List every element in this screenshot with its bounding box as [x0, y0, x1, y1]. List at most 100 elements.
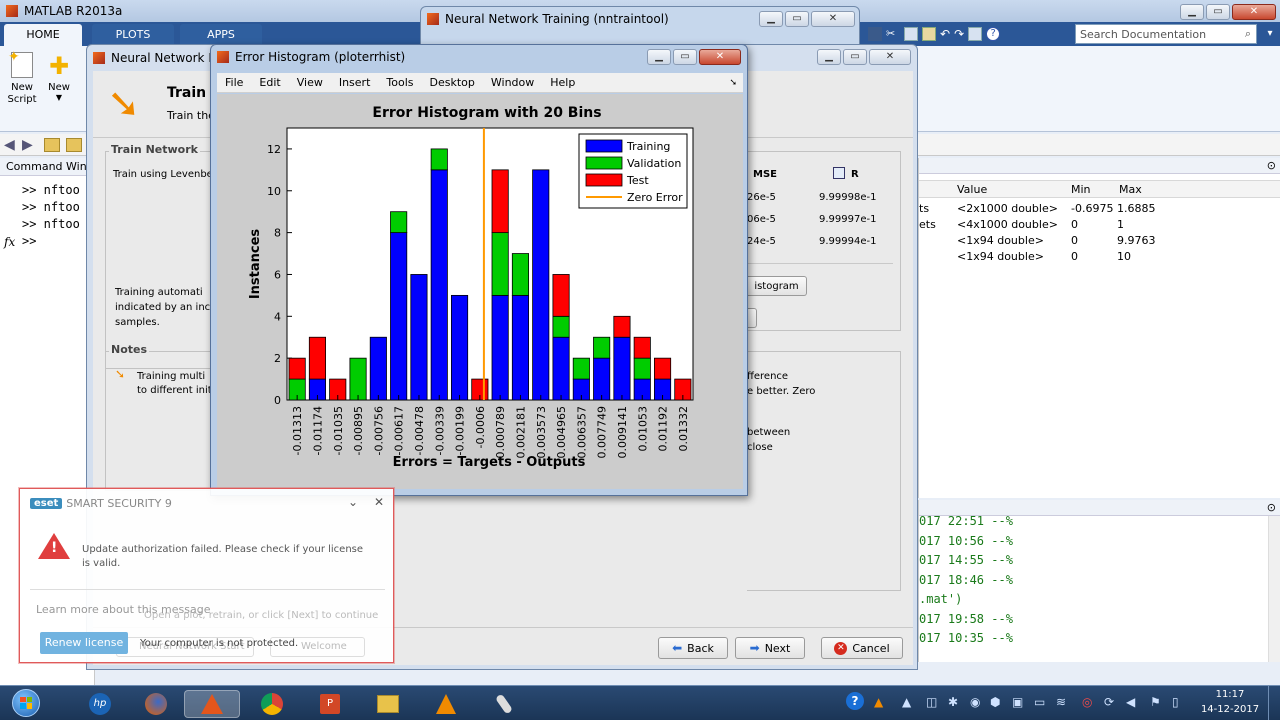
- history-line[interactable]: 017 10:35 --%: [919, 631, 1013, 645]
- back-button[interactable]: ⬅ Back: [658, 637, 728, 659]
- save-icon[interactable]: [868, 27, 882, 41]
- cut-icon[interactable]: ✂: [886, 27, 900, 41]
- renew-license-button[interactable]: Renew license: [40, 632, 128, 654]
- taskbar-vlc-icon[interactable]: [418, 690, 474, 718]
- history-line[interactable]: 017 18:46 --%: [919, 573, 1013, 587]
- taskbar-microphone-icon[interactable]: [476, 690, 532, 718]
- taskbar-clock[interactable]: 11:17 14-12-2017: [1196, 687, 1264, 719]
- chevron-down-icon[interactable]: ⌄: [348, 495, 358, 509]
- workspace-collapse-icon[interactable]: ⊙: [1267, 159, 1276, 172]
- close-icon[interactable]: ✕: [374, 495, 384, 509]
- tray-wifi-icon[interactable]: ≋: [1056, 695, 1066, 709]
- y-tick-label: 6: [274, 268, 281, 281]
- menu-insert[interactable]: Insert: [331, 76, 379, 89]
- menu-file[interactable]: File: [217, 76, 251, 89]
- nntraintool-minimize-button[interactable]: ▁: [759, 11, 783, 27]
- menu-tools[interactable]: Tools: [378, 76, 421, 89]
- bar-training: [593, 357, 611, 401]
- nntraintool-title: Neural Network Training (nntraintool): [445, 12, 669, 26]
- tray-power-icon[interactable]: ▯: [1172, 695, 1179, 709]
- errhist-maximize-button[interactable]: ▭: [673, 49, 697, 65]
- eset-learn-more-link[interactable]: Learn more about this message: [36, 603, 210, 616]
- errhist-close-button[interactable]: ✕: [699, 49, 741, 65]
- history-line[interactable]: 017 14:55 --%: [919, 553, 1013, 567]
- tray-eset-icon[interactable]: ◉: [970, 695, 980, 709]
- tray-speaker-icon[interactable]: ◀: [1126, 695, 1135, 709]
- x-tick-label: -0.00199: [454, 406, 467, 455]
- history-line[interactable]: .mat'): [919, 592, 962, 606]
- redo-icon[interactable]: ↷: [954, 27, 964, 41]
- table-row[interactable]: ts <2x1000 double> -0.6975 1.6885: [919, 202, 1280, 218]
- tray-monitor-icon[interactable]: ▣: [1012, 695, 1023, 709]
- taskbar-chrome-icon[interactable]: [244, 690, 300, 718]
- taskbar-hp-icon[interactable]: hp: [72, 690, 128, 718]
- dock-arrow-icon[interactable]: ➘: [729, 78, 743, 88]
- nnfit-maximize-button[interactable]: ▭: [843, 49, 867, 65]
- new-button[interactable]: ✚ New ▼: [44, 52, 74, 114]
- next-button[interactable]: ➡ Next: [735, 637, 805, 659]
- col-value[interactable]: Value: [957, 183, 987, 196]
- new-plus-icon: ✚: [48, 52, 70, 80]
- tray-network-icon[interactable]: ◫: [926, 695, 937, 709]
- col-max[interactable]: Max: [1119, 183, 1142, 196]
- ribbon-expand-icon[interactable]: ▾: [1262, 24, 1278, 44]
- taskbar-explorer-icon[interactable]: [360, 690, 416, 718]
- tray-sync-icon[interactable]: ⟳: [1104, 695, 1114, 709]
- copy-icon[interactable]: [904, 27, 918, 41]
- undo-icon[interactable]: ↶: [940, 27, 950, 41]
- menu-view[interactable]: View: [289, 76, 331, 89]
- tray-show-hidden-icon[interactable]: ▲: [902, 695, 911, 709]
- nnfit-close-button[interactable]: ✕: [869, 49, 911, 65]
- tray-shield-icon[interactable]: ⬢: [990, 695, 1000, 709]
- new-script-button[interactable]: ✦ New Script: [4, 49, 40, 114]
- nntraintool-close-button[interactable]: ✕: [811, 11, 855, 27]
- plot-error-histogram-button[interactable]: istogram: [747, 276, 807, 296]
- matlab-minimize-button[interactable]: ▁: [1180, 4, 1204, 20]
- start-button[interactable]: [6, 686, 46, 719]
- taskbar-office-icon[interactable]: P: [302, 690, 358, 718]
- history-line[interactable]: 017 22:51 --%: [919, 514, 1013, 528]
- x-tick-label: 0.000789: [494, 406, 507, 459]
- menu-help[interactable]: Help: [542, 76, 583, 89]
- help-icon[interactable]: ?: [986, 27, 1001, 41]
- show-desktop-button[interactable]: [1268, 686, 1280, 720]
- tray-battery-icon[interactable]: ▭: [1034, 695, 1045, 709]
- history-collapse-icon[interactable]: ⊙: [1267, 501, 1276, 514]
- taskbar-matlab-icon[interactable]: [184, 690, 240, 718]
- tray-antivirus-icon[interactable]: ◎: [1082, 695, 1092, 709]
- tab-home[interactable]: HOME: [4, 24, 82, 46]
- history-line[interactable]: 017 10:56 --%: [919, 534, 1013, 548]
- table-row[interactable]: <1x94 double> 0 10: [919, 250, 1280, 266]
- nnfit-minimize-button[interactable]: ▁: [817, 49, 841, 65]
- function-browser-icon[interactable]: fx: [0, 235, 18, 249]
- menu-edit[interactable]: Edit: [251, 76, 288, 89]
- tray-bluetooth-icon[interactable]: ✱: [948, 695, 958, 709]
- switch-windows-icon[interactable]: [968, 27, 983, 41]
- menu-window[interactable]: Window: [483, 76, 542, 89]
- menu-desktop[interactable]: Desktop: [422, 76, 483, 89]
- back-arrow-icon[interactable]: ◀: [4, 137, 15, 153]
- search-documentation-input[interactable]: Search Documentation ⌕: [1075, 24, 1257, 44]
- bar-test: [613, 315, 631, 338]
- plot-regression-button[interactable]: [747, 308, 757, 328]
- errhist-minimize-button[interactable]: ▁: [647, 49, 671, 65]
- tray-help-icon[interactable]: ?: [846, 692, 864, 710]
- matlab-close-button[interactable]: ✕: [1232, 4, 1276, 20]
- tab-apps[interactable]: APPS: [180, 24, 262, 46]
- paste-icon[interactable]: [922, 27, 936, 41]
- history-scrollbar[interactable]: [1268, 516, 1280, 662]
- matlab-maximize-button[interactable]: ▭: [1206, 4, 1230, 20]
- table-row[interactable]: <1x94 double> 0 9.9763: [919, 234, 1280, 250]
- table-row[interactable]: ets <4x1000 double> 0 1: [919, 218, 1280, 234]
- browse-folder-icon[interactable]: [66, 138, 82, 152]
- taskbar-firefox-icon[interactable]: [128, 690, 184, 718]
- cancel-button[interactable]: ✕ Cancel: [821, 637, 903, 659]
- tray-vlc-icon[interactable]: ▲: [874, 695, 883, 709]
- forward-arrow-icon[interactable]: ▶: [22, 137, 33, 153]
- tab-plots[interactable]: PLOTS: [92, 24, 174, 46]
- nntraintool-maximize-button[interactable]: ▭: [785, 11, 809, 27]
- col-min[interactable]: Min: [1071, 183, 1091, 196]
- tray-flag-icon[interactable]: ⚑: [1150, 695, 1161, 709]
- history-line[interactable]: 017 19:58 --%: [919, 612, 1013, 626]
- up-folder-icon[interactable]: [44, 138, 60, 152]
